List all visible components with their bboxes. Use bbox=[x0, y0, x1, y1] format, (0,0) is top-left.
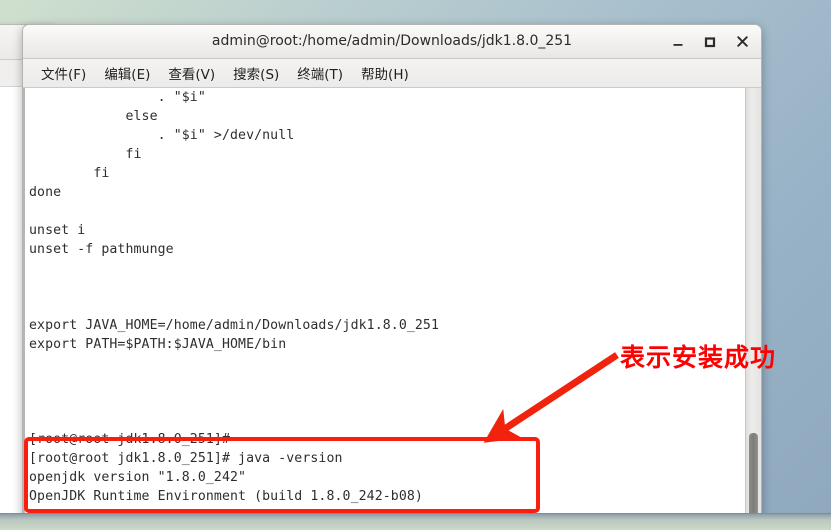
window-title: admin@root:/home/admin/Downloads/jdk1.8.… bbox=[211, 33, 573, 49]
terminal-line: . "$i" bbox=[29, 90, 206, 105]
menu-item-help[interactable]: 帮助(H) bbox=[352, 61, 418, 85]
menu-item-edit[interactable]: 编辑(E) bbox=[95, 61, 159, 85]
terminal-line: fi bbox=[29, 147, 142, 162]
terminal-line: [root@root jdk1.8.0_251]# bbox=[29, 432, 230, 447]
terminal-line: unset i bbox=[29, 223, 86, 238]
titlebar[interactable]: admin@root:/home/admin/Downloads/jdk1.8.… bbox=[23, 25, 761, 59]
terminal-area: . "$i" else . "$i" >/dev/null fi fi done u… bbox=[23, 88, 761, 520]
terminal-line: openjdk version "1.8.0_242" bbox=[29, 470, 247, 485]
taskbar[interactable] bbox=[0, 513, 831, 530]
terminal-screen[interactable]: . "$i" else . "$i" >/dev/null fi fi done u… bbox=[23, 88, 745, 520]
terminal-line: else bbox=[29, 109, 158, 124]
terminal-line: . "$i" >/dev/null bbox=[29, 128, 295, 143]
desktop: ✕ admin@root:/home/admin/Downloads/jdk1.… bbox=[0, 0, 831, 530]
menubar: 文件(F) 编辑(E) 查看(V) 搜索(S) 终端(T) 帮助(H) bbox=[23, 59, 761, 88]
terminal-scrollbar-thumb[interactable] bbox=[749, 433, 758, 520]
terminal-window[interactable]: admin@root:/home/admin/Downloads/jdk1.8.… bbox=[22, 24, 762, 520]
window-controls bbox=[667, 25, 753, 58]
terminal-line: export JAVA_HOME=/home/admin/Downloads/j… bbox=[29, 318, 440, 333]
terminal-line: export PATH=$PATH:$JAVA_HOME/bin bbox=[29, 337, 287, 352]
menu-item-file[interactable]: 文件(F) bbox=[32, 61, 95, 85]
minimize-button[interactable] bbox=[667, 31, 689, 53]
terminal-scrollbar[interactable] bbox=[745, 88, 761, 520]
menu-item-search[interactable]: 搜索(S) bbox=[224, 61, 288, 85]
terminal-output: . "$i" else . "$i" >/dev/null fi fi done u… bbox=[29, 88, 471, 520]
terminal-line: unset -f pathmunge bbox=[29, 242, 174, 257]
terminal-line: fi bbox=[29, 166, 110, 181]
maximize-button[interactable] bbox=[699, 31, 721, 53]
terminal-line: done bbox=[29, 185, 62, 200]
menu-item-view[interactable]: 查看(V) bbox=[159, 61, 224, 85]
terminal-line: [root@root jdk1.8.0_251]# java -version bbox=[29, 451, 343, 466]
terminal-line: OpenJDK Runtime Environment (build 1.8.0… bbox=[29, 489, 423, 504]
close-button[interactable] bbox=[731, 31, 753, 53]
menu-item-terminal[interactable]: 终端(T) bbox=[288, 61, 352, 85]
